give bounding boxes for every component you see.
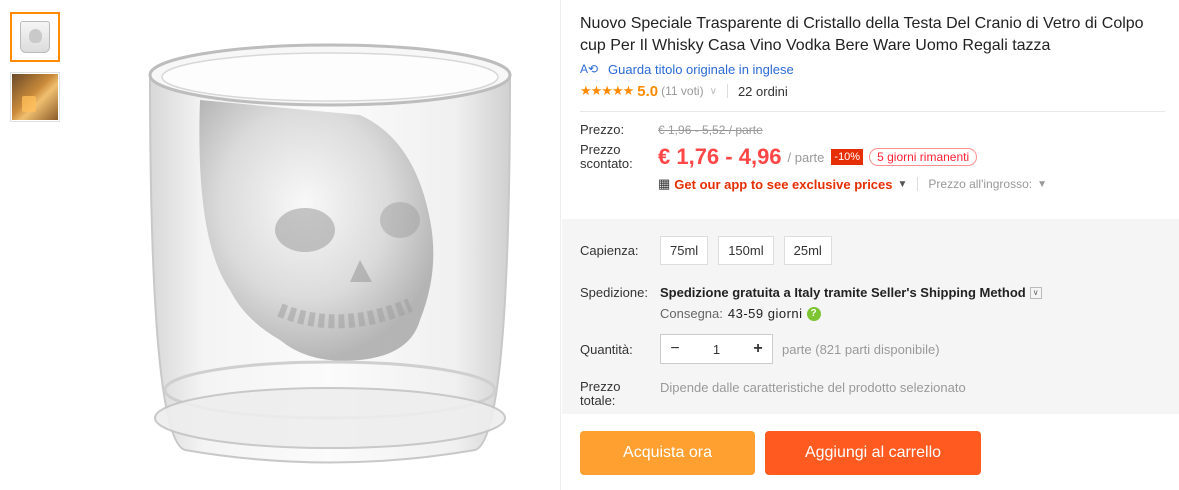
quantity-plus-button[interactable]: + xyxy=(744,340,772,358)
product-main-image[interactable] xyxy=(110,20,550,480)
pouring-thumb-image xyxy=(12,74,58,120)
total-price-label-text: Prezzo totale: xyxy=(580,379,621,408)
quantity-label: Quantità: xyxy=(580,341,633,357)
capacity-option-75ml[interactable]: 75ml xyxy=(660,236,709,265)
original-price-row: Prezzo: € 1,96 - 5,52 / parte xyxy=(580,122,1179,138)
buy-now-button[interactable]: Acquista ora xyxy=(580,431,755,475)
help-icon[interactable]: ? xyxy=(806,306,821,321)
orders-count: 22 ordini xyxy=(737,83,788,99)
shipping-label: Spedizione: xyxy=(580,285,648,300)
product-title: Nuovo Speciale Trasparente di Cristallo … xyxy=(580,15,1144,54)
skull-glass-thumb-image xyxy=(20,21,50,53)
votes-link[interactable]: (11 voti) xyxy=(661,84,703,98)
thumbnail-pouring[interactable] xyxy=(10,72,60,122)
total-price-value: Dipende dalle caratteristiche del prodot… xyxy=(660,380,966,395)
total-price-label: Prezzo totale: xyxy=(580,380,660,408)
discount-price-row: Prezzo scontato: € 1,76 - 4,96 / parte -… xyxy=(580,143,1179,171)
delivery-row: Consegna: 43-59 giorni ? xyxy=(580,306,821,321)
thumbnail-list xyxy=(10,12,62,132)
rating-row: ★★★★★ 5.0 (11 voti) ∨ 22 ordini xyxy=(580,80,1179,102)
caret-down-icon[interactable]: ▼ xyxy=(898,179,908,190)
delivery-days: 43-59 giorni xyxy=(727,306,803,321)
quantity-stepper: − 1 + xyxy=(660,334,773,364)
separator xyxy=(917,177,919,191)
quantity-input[interactable]: 1 xyxy=(689,342,744,357)
product-info: Nuovo Speciale Trasparente di Cristallo … xyxy=(562,0,1179,490)
quantity-availability: parte (821 parti disponibile) xyxy=(782,341,940,357)
wholesale-price-link[interactable]: Prezzo all'ingrosso: xyxy=(928,177,1032,191)
quantity-row: Quantità: − 1 + parte (821 parti disponi… xyxy=(580,334,940,364)
shipping-row: Spedizione: Spedizione gratuita a Italy … xyxy=(580,285,1042,300)
discount-price: € 1,76 - 4,96 xyxy=(658,144,782,169)
shipping-method: Spedizione gratuita a Italy tramite Sell… xyxy=(660,285,1026,300)
qr-code-icon: ▦ xyxy=(658,176,671,191)
chevron-down-icon[interactable]: ∨ xyxy=(710,86,717,97)
translate-title-link[interactable]: A⟲ Guarda titolo originale in inglese xyxy=(580,60,1179,78)
shipping-dropdown-icon[interactable]: ∨ xyxy=(1029,286,1042,299)
discount-badge: -10% xyxy=(831,149,864,165)
original-price: € 1,96 - 5,52 / parte xyxy=(658,123,763,137)
translate-link-text: Guarda titolo originale in inglese xyxy=(608,61,794,77)
delivery-label: Consegna: xyxy=(660,306,723,321)
discount-price-label: Prezzo scontato: xyxy=(580,142,633,171)
days-remaining-badge: 5 giorni rimanenti xyxy=(869,148,978,166)
capacity-label: Capienza: xyxy=(580,243,639,258)
caret-down-icon[interactable]: ▼ xyxy=(1037,179,1047,190)
translate-icon: A⟲ xyxy=(580,62,599,76)
capacity-row: Capienza: 75ml 150ml 25ml xyxy=(580,236,842,265)
price-label: Prezzo: xyxy=(580,122,625,137)
thumbnail-skull-glass[interactable] xyxy=(10,12,60,62)
separator xyxy=(726,84,728,98)
app-prices-link[interactable]: Get our app to see exclusive prices xyxy=(674,177,892,192)
capacity-option-25ml[interactable]: 25ml xyxy=(783,236,832,265)
rating-stars-icon: ★★★★★ xyxy=(580,83,634,98)
column-divider xyxy=(560,0,561,490)
app-promo-row: ▦ Get our app to see exclusive prices ▼ … xyxy=(658,176,1179,192)
price-block: Prezzo: € 1,96 - 5,52 / parte Prezzo sco… xyxy=(580,112,1179,192)
quantity-minus-button[interactable]: − xyxy=(661,340,689,358)
total-price-row: Prezzo totale: Dipende dalle caratterist… xyxy=(580,380,966,408)
price-unit: / parte xyxy=(787,149,825,165)
capacity-option-150ml[interactable]: 150ml xyxy=(718,236,774,265)
add-to-cart-button[interactable]: Aggiungi al carrello xyxy=(765,431,981,475)
rating-value: 5.0 xyxy=(637,82,659,100)
